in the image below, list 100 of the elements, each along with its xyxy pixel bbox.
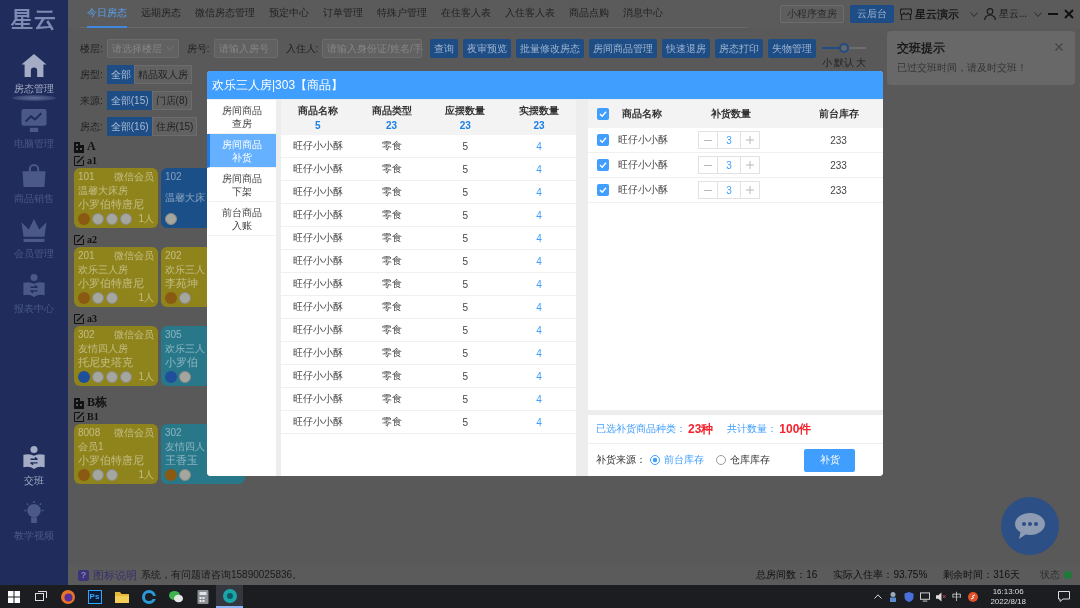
- room-card[interactable]: 201 微信会员 欢乐三人房 小罗伯特唐尼 1人: [74, 247, 158, 307]
- circle-icon: [92, 370, 104, 383]
- action-button[interactable]: 房态打印: [715, 39, 764, 58]
- side-tab[interactable]: 房间商品 补货: [207, 134, 276, 168]
- checkbox[interactable]: [597, 108, 609, 120]
- guest-count: 1人: [138, 291, 154, 304]
- circle-icon: [106, 291, 118, 304]
- close-icon[interactable]: [1055, 43, 1063, 51]
- table-cell: 旺仔小小酥: [292, 346, 343, 360]
- column-total: 23: [533, 120, 545, 131]
- table-cell: 零食: [381, 323, 402, 337]
- room-number: 302: [78, 329, 95, 341]
- circle-icon: [120, 370, 132, 383]
- table-cell: 4: [536, 301, 542, 313]
- disc-tray-icon[interactable]: [968, 591, 979, 602]
- sidebar-item[interactable]: 房态管理: [0, 47, 68, 102]
- table-cell: 零食: [381, 162, 402, 176]
- ring-icon: [60, 589, 75, 604]
- table-cell: 4: [536, 163, 542, 175]
- radio-option[interactable]: 前台库存: [650, 453, 704, 467]
- guest-name: 小罗伯特唐尼: [78, 454, 144, 468]
- slider-thumb[interactable]: [839, 43, 850, 53]
- action-button[interactable]: 批量修改房态: [516, 39, 585, 58]
- book-exchange-icon: [21, 445, 47, 469]
- taskbar-app[interactable]: Ps: [81, 585, 108, 608]
- checkbox[interactable]: [597, 184, 609, 196]
- toast-title: 交班提示: [897, 40, 945, 57]
- action-button[interactable]: 快速退房: [662, 39, 711, 58]
- table-cell: 旺仔小小酥: [292, 254, 343, 268]
- sidebar-item[interactable]: 交班: [0, 439, 68, 494]
- table-cell: 旺仔小小酥: [292, 392, 343, 406]
- room-type: 欢乐三人: [165, 263, 205, 276]
- table-cell: 5: [462, 416, 469, 428]
- close-icon[interactable]: [1064, 9, 1074, 19]
- person-icon[interactable]: [888, 591, 899, 602]
- room-number: 101: [78, 171, 95, 183]
- table-cell: 零食: [381, 139, 402, 153]
- filter-option[interactable]: 全部: [106, 65, 135, 84]
- table-cell: 4: [536, 255, 542, 267]
- table-cell: 零食: [381, 392, 402, 406]
- room-number: 102: [165, 171, 182, 183]
- checkbox[interactable]: [597, 134, 609, 146]
- action-button[interactable]: 查询: [430, 39, 459, 58]
- column-header: 商品名称: [297, 104, 338, 118]
- room-card[interactable]: 101 微信会员 温馨大床房 小罗伯特唐尼 1人: [74, 168, 158, 228]
- room-number: 201: [78, 250, 95, 262]
- help-icon[interactable]: ?: [78, 569, 89, 581]
- submit-button[interactable]: 补货: [804, 448, 855, 472]
- disc-icon: [222, 588, 237, 603]
- monitor-icon[interactable]: [920, 591, 931, 602]
- room-card[interactable]: 302 微信会员 友情四人房 托尼史塔克 1人: [74, 326, 158, 386]
- room-type: 友情四人房: [78, 342, 128, 355]
- table-cell: 旺仔小小酥: [292, 323, 343, 337]
- circle-icon: [92, 468, 104, 481]
- notification-icon[interactable]: [1058, 591, 1070, 602]
- table-cell: 233: [830, 134, 847, 146]
- action-button[interactable]: 夜审预览: [463, 39, 512, 58]
- circle-icon: [106, 370, 118, 383]
- crown-icon: [21, 218, 47, 242]
- header-button[interactable]: 云后台: [849, 5, 894, 23]
- table-cell: 4: [536, 186, 542, 198]
- room-number: 202: [165, 250, 182, 262]
- table-cell: 4: [536, 370, 542, 382]
- table-cell: 旺仔小小酥: [618, 183, 668, 197]
- guest-name: 王香玉: [165, 454, 198, 468]
- speaker-icon[interactable]: [936, 591, 947, 602]
- store-switcher[interactable]: 星云演示: [899, 6, 978, 22]
- building-icon: [74, 140, 84, 153]
- guest-name: 李苑坤: [165, 277, 198, 291]
- table-cell: 零食: [381, 369, 402, 383]
- table-cell: 旺仔小小酥: [292, 162, 343, 176]
- room-number: 305: [165, 329, 182, 341]
- checkbox[interactable]: [597, 159, 609, 171]
- shield-icon[interactable]: [904, 591, 915, 602]
- app-tile-icon: Ps: [87, 589, 102, 604]
- edit-icon: [74, 155, 84, 166]
- minus-icon: [704, 139, 712, 141]
- guest-name: 小罗伯: [165, 356, 198, 370]
- field-label: 补货来源：: [596, 453, 646, 467]
- action-button[interactable]: 房间商品管理: [589, 39, 658, 58]
- table-cell: 旺仔小小酥: [292, 415, 343, 429]
- circle-icon: [179, 291, 191, 304]
- member-label: 微信会员: [114, 171, 154, 183]
- chevron-up-icon[interactable]: [874, 594, 883, 599]
- ime-indicator[interactable]: 中: [952, 589, 963, 604]
- table-cell: 4: [536, 416, 542, 428]
- table-cell: 零食: [381, 185, 402, 199]
- summary-label: 已选补货商品种类：: [596, 422, 686, 436]
- radio-option[interactable]: 仓库库存: [716, 453, 770, 467]
- filter-option[interactable]: 全部(16): [106, 117, 153, 136]
- action-button[interactable]: 失物管理: [768, 39, 817, 58]
- room-card[interactable]: 8008 微信会员 会员1 小罗伯特唐尼 1人: [74, 424, 158, 484]
- room-type: 会员1: [78, 440, 104, 453]
- nav-tab[interactable]: 今日房态: [87, 0, 127, 28]
- taskbar-app[interactable]: [216, 585, 243, 608]
- table-cell: 旺仔小小酥: [618, 133, 668, 147]
- filter-option[interactable]: 全部(15): [106, 91, 153, 110]
- table-cell: 233: [830, 159, 847, 171]
- table-cell: 5: [462, 301, 469, 313]
- edit-icon: [74, 313, 84, 324]
